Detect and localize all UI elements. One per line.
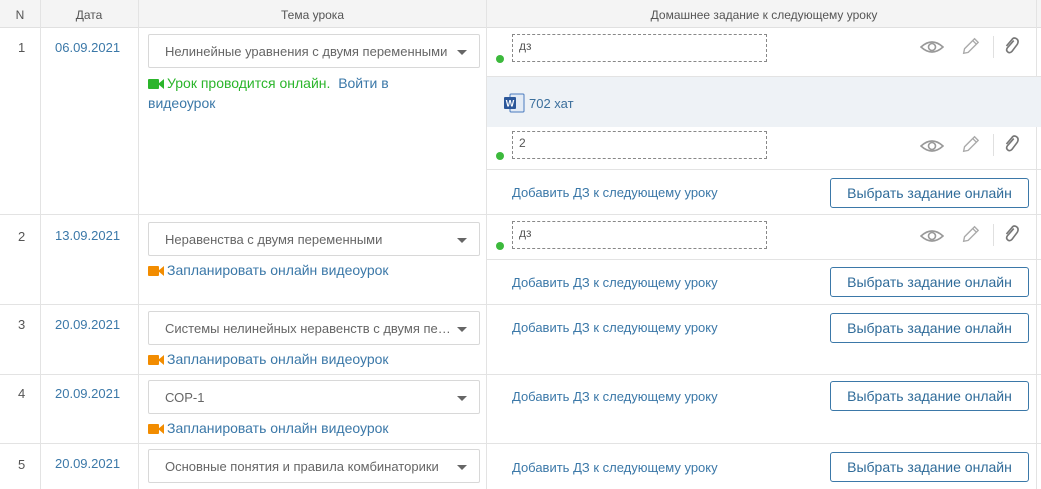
- homework-field[interactable]: 2: [512, 131, 767, 159]
- row-number: 5: [18, 457, 26, 472]
- row-divider: [0, 374, 1041, 375]
- hw-divider: [487, 259, 1041, 260]
- homework-field[interactable]: дз: [512, 34, 767, 62]
- attachment-link[interactable]: 702 хат: [529, 96, 574, 111]
- chevron-down-icon: [457, 50, 467, 55]
- chevron-down-icon: [457, 465, 467, 470]
- pick-online-task-button[interactable]: Выбрать задание онлайн: [830, 178, 1029, 208]
- video-camera-icon: [148, 424, 164, 434]
- topic-select[interactable]: Нелинейные уравнения с двумя переменными: [148, 34, 480, 68]
- lesson-date-link[interactable]: 20.09.2021: [55, 317, 120, 332]
- status-dot: [496, 152, 504, 160]
- word-doc-icon: W: [504, 93, 525, 113]
- row-number: 3: [18, 317, 26, 332]
- topic-select-value: СОР-1: [165, 390, 205, 405]
- video-status: Запланировать онлайн видеоурок: [148, 418, 389, 438]
- topic-select-value: Нелинейные уравнения с двумя переменными: [165, 44, 448, 59]
- topic-select[interactable]: Основные понятия и правила комбинаторики: [148, 449, 480, 483]
- video-camera-icon: [148, 355, 164, 365]
- paperclip-icon[interactable]: [999, 134, 1023, 154]
- col-divider: [486, 0, 487, 489]
- icon-separator: [993, 36, 994, 58]
- status-dot: [496, 55, 504, 63]
- topic-select-value: Основные понятия и правила комбинаторики: [165, 459, 439, 474]
- video-camera-icon: [148, 266, 164, 276]
- video-status: Запланировать онлайн видеоурок: [148, 260, 389, 280]
- chevron-down-icon: [457, 327, 467, 332]
- header-date: Дата: [75, 8, 103, 22]
- icon-separator: [993, 134, 994, 156]
- eye-icon[interactable]: [920, 37, 944, 57]
- topic-select[interactable]: СОР-1: [148, 380, 480, 414]
- lesson-date-link[interactable]: 20.09.2021: [55, 386, 120, 401]
- status-dot: [496, 242, 504, 250]
- homework-field[interactable]: дз: [512, 221, 767, 249]
- chevron-down-icon: [457, 238, 467, 243]
- paperclip-icon[interactable]: [999, 224, 1023, 244]
- chevron-down-icon: [457, 396, 467, 401]
- schedule-video-link[interactable]: Запланировать онлайн видеоурок: [167, 420, 389, 436]
- schedule-video-link[interactable]: Запланировать онлайн видеоурок: [167, 351, 389, 367]
- paperclip-icon[interactable]: [999, 36, 1023, 56]
- row-number: 2: [18, 229, 26, 244]
- topic-select[interactable]: Неравенства с двумя переменными: [148, 222, 480, 256]
- icon-separator: [993, 224, 994, 246]
- lesson-date-link[interactable]: 06.09.2021: [55, 40, 120, 55]
- header-topic: Тема урока: [281, 8, 344, 22]
- svg-text:W: W: [506, 99, 515, 109]
- header-num: N: [15, 8, 25, 22]
- video-camera-icon: [148, 79, 164, 89]
- eye-icon[interactable]: [920, 136, 944, 156]
- row-divider: [0, 214, 1041, 215]
- pencil-icon[interactable]: [958, 224, 982, 244]
- add-homework-link[interactable]: Добавить ДЗ к следующему уроку: [512, 320, 718, 335]
- hw-divider: [487, 169, 1041, 170]
- lesson-date-link[interactable]: 13.09.2021: [55, 228, 120, 243]
- row-number: 4: [18, 386, 26, 401]
- pick-online-task-button[interactable]: Выбрать задание онлайн: [830, 452, 1029, 482]
- header-homework: Домашнее задание к следующему уроку: [650, 8, 878, 22]
- video-status: Запланировать онлайн видеоурок: [148, 349, 389, 369]
- row-divider: [0, 443, 1041, 444]
- table-header: N Дата Тема урока Домашнее задание к сле…: [0, 0, 1041, 28]
- row-divider: [0, 304, 1041, 305]
- pencil-icon[interactable]: [958, 36, 982, 56]
- row-number: 1: [18, 40, 26, 55]
- schedule-video-link[interactable]: Запланировать онлайн видеоурок: [167, 262, 389, 278]
- eye-icon[interactable]: [920, 226, 944, 246]
- add-homework-link[interactable]: Добавить ДЗ к следующему уроку: [512, 275, 718, 290]
- video-status: Урок проводится онлайн. Войти в видеоуро…: [148, 73, 448, 113]
- topic-select-value: Неравенства с двумя переменными: [165, 232, 383, 247]
- add-homework-link[interactable]: Добавить ДЗ к следующему уроку: [512, 460, 718, 475]
- col-divider: [40, 0, 41, 489]
- pencil-icon[interactable]: [958, 134, 982, 154]
- pick-online-task-button[interactable]: Выбрать задание онлайн: [830, 313, 1029, 343]
- pick-online-task-button[interactable]: Выбрать задание онлайн: [830, 267, 1029, 297]
- topic-select-value: Системы нелинейных неравенств с двумя пе…: [165, 321, 455, 336]
- pick-online-task-button[interactable]: Выбрать задание онлайн: [830, 381, 1029, 411]
- video-status-text: Урок проводится онлайн.: [167, 75, 331, 91]
- topic-select[interactable]: Системы нелинейных неравенств с двумя пе…: [148, 311, 480, 345]
- add-homework-link[interactable]: Добавить ДЗ к следующему уроку: [512, 389, 718, 404]
- lessons-table: N Дата Тема урока Домашнее задание к сле…: [0, 0, 1041, 489]
- add-homework-link[interactable]: Добавить ДЗ к следующему уроку: [512, 185, 718, 200]
- col-divider: [138, 0, 139, 489]
- col-divider: [1036, 0, 1037, 489]
- lesson-date-link[interactable]: 20.09.2021: [55, 456, 120, 471]
